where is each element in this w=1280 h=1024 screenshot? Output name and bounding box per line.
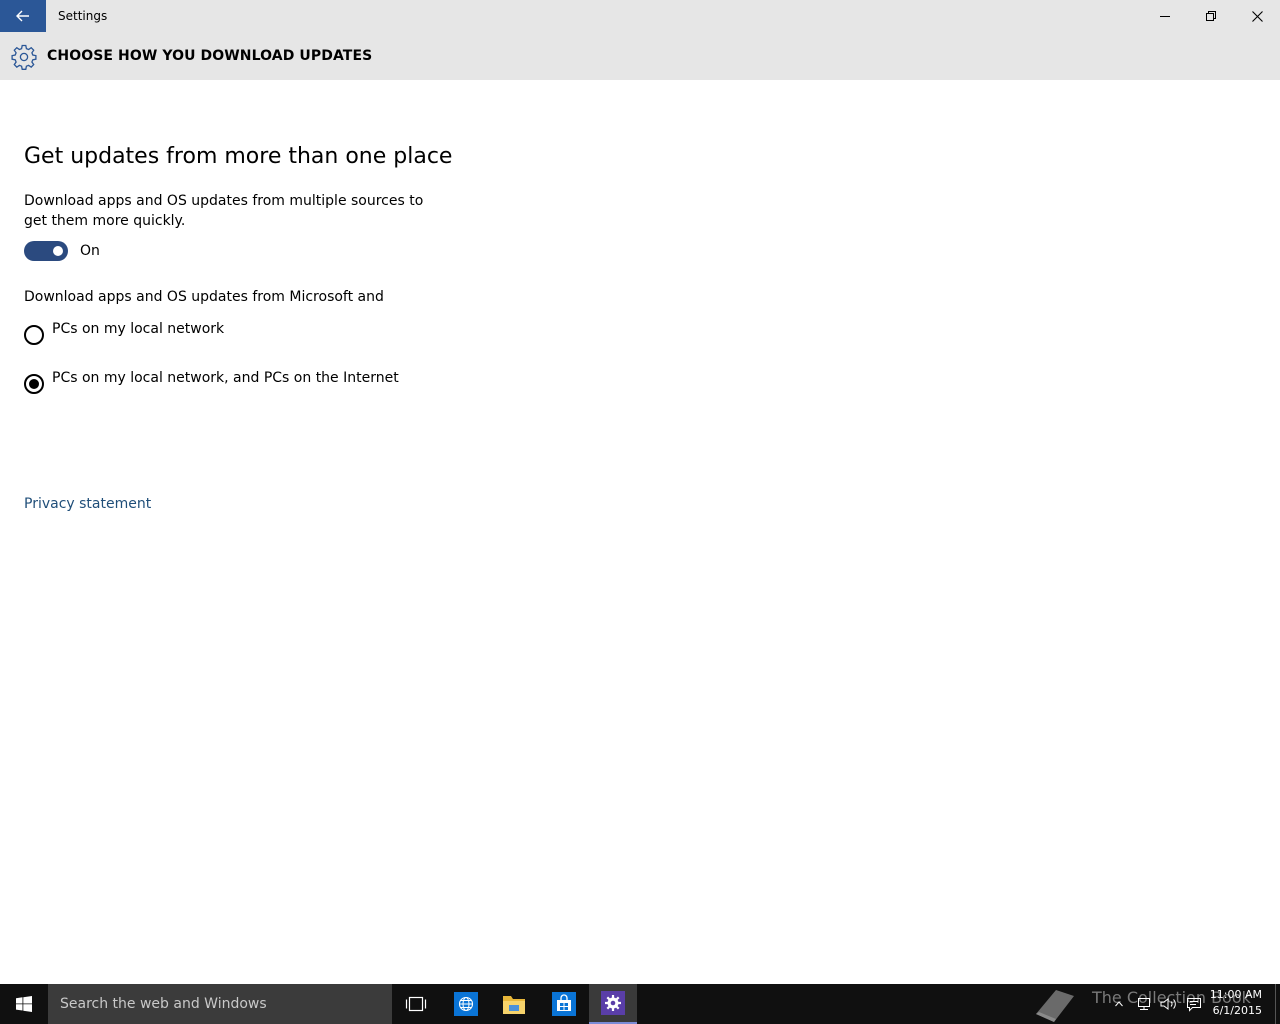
section-description: Download apps and OS updates from multip…: [24, 193, 424, 229]
taskbar-browser-button[interactable]: [442, 984, 490, 1024]
page-header: CHOOSE HOW YOU DOWNLOAD UPDATES: [0, 32, 1280, 80]
volume-icon: [1160, 998, 1176, 1010]
privacy-statement-link[interactable]: Privacy statement: [24, 496, 151, 512]
gear-icon: [11, 44, 37, 70]
back-arrow-icon: [16, 10, 29, 22]
title-bar: Settings: [0, 0, 1280, 32]
restore-button[interactable]: [1188, 0, 1234, 32]
radio-button[interactable]: [24, 325, 44, 345]
close-button[interactable]: [1234, 0, 1280, 32]
book-watermark-icon: [1036, 990, 1074, 1022]
settings-gear-icon: [601, 991, 625, 1015]
chevron-up-icon: [1115, 1001, 1123, 1007]
task-view-button[interactable]: [392, 984, 440, 1024]
window-controls: [1142, 0, 1280, 32]
radio-label: PCs on my local network: [52, 321, 225, 337]
taskbar-search-box[interactable]: Search the web and Windows: [48, 984, 392, 1024]
volume-tray-button[interactable]: [1157, 984, 1181, 1024]
page-title: CHOOSE HOW YOU DOWNLOAD UPDATES: [47, 48, 373, 64]
start-button[interactable]: [0, 984, 48, 1024]
delivery-optimization-toggle-row: On: [24, 241, 100, 261]
globe-icon: [454, 992, 478, 1016]
close-icon: [1251, 10, 1263, 22]
clock-time: 11:00 AM: [1209, 988, 1262, 1001]
sources-label: Download apps and OS updates from Micros…: [24, 289, 384, 305]
taskbar-settings-button[interactable]: [589, 984, 637, 1024]
radio-option-local-network[interactable]: PCs on my local network: [24, 321, 224, 345]
message-icon: [1187, 997, 1201, 1012]
section-title: Get updates from more than one place: [24, 144, 453, 169]
clock-date: 6/1/2015: [1212, 1004, 1262, 1017]
taskbar-store-button[interactable]: [540, 984, 588, 1024]
minimize-icon: [1160, 16, 1170, 17]
network-icon: [1138, 998, 1150, 1010]
radio-option-local-and-internet[interactable]: PCs on my local network, and PCs on the …: [24, 370, 399, 394]
folder-icon: [503, 996, 525, 1014]
show-desktop-button[interactable]: [1275, 984, 1280, 1024]
minimize-button[interactable]: [1142, 0, 1188, 32]
store-icon: [552, 992, 576, 1016]
restore-icon: [1206, 11, 1216, 21]
radio-label: PCs on my local network, and PCs on the …: [52, 370, 399, 386]
network-tray-button[interactable]: [1133, 984, 1155, 1024]
taskbar-clock[interactable]: 11:00 AM 6/1/2015: [1202, 987, 1262, 1019]
task-view-icon: [405, 996, 427, 1012]
toggle-knob: [53, 246, 63, 256]
radio-button-selected[interactable]: [24, 374, 44, 394]
back-button[interactable]: [0, 0, 46, 32]
windows-logo-icon: [16, 996, 32, 1012]
taskbar-file-explorer-button[interactable]: [490, 984, 538, 1024]
toggle-state-label: On: [80, 243, 100, 259]
taskbar: Search the web and Windows The Collectio…: [0, 984, 1280, 1024]
window-title: Settings: [58, 9, 108, 23]
show-hidden-icons-button[interactable]: [1110, 984, 1128, 1024]
delivery-optimization-toggle[interactable]: [24, 241, 68, 261]
